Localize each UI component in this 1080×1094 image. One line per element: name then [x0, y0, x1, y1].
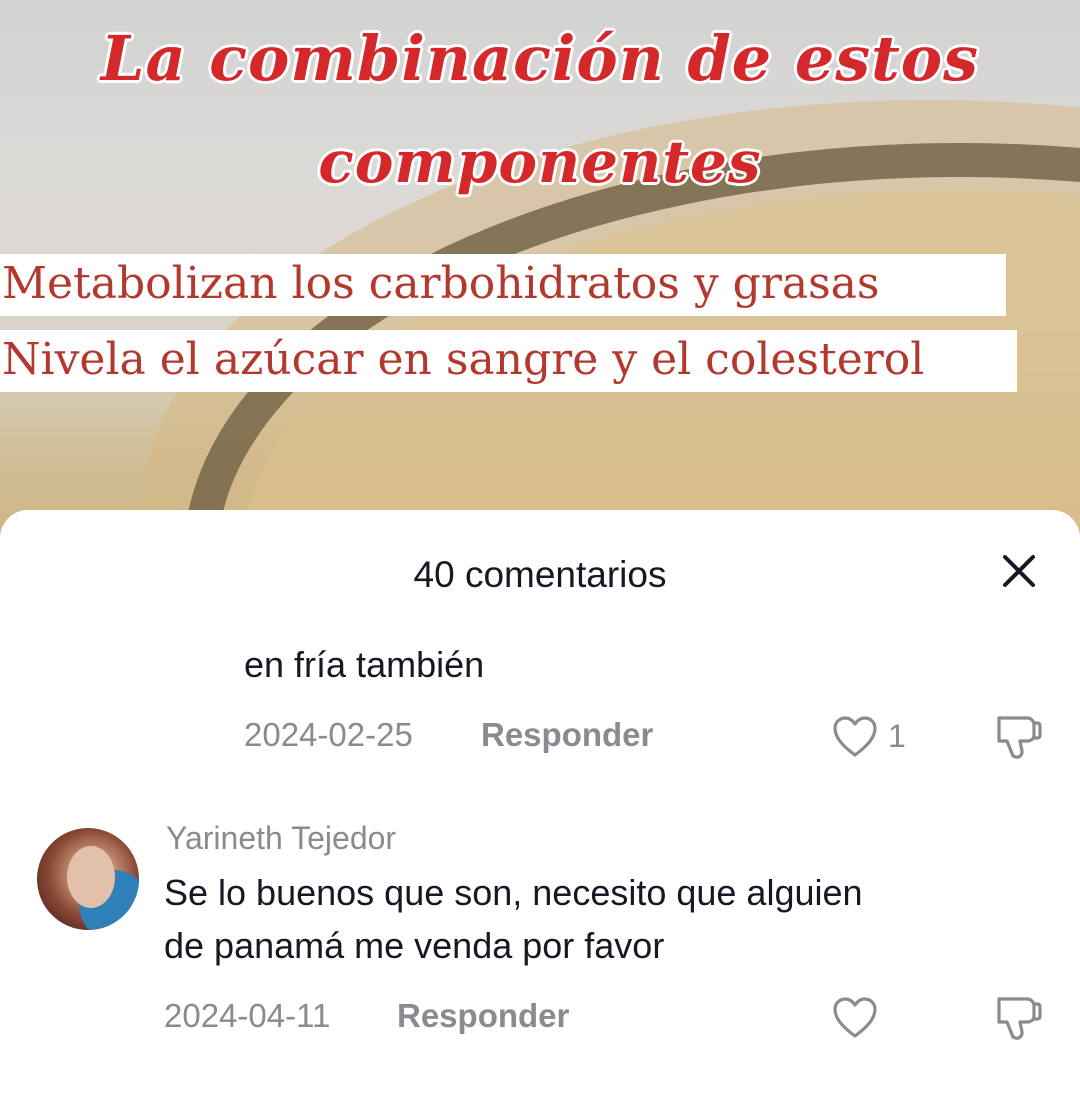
thumbs-down-icon — [997, 716, 1042, 759]
comment-2-date: 2024-04-11 — [164, 997, 331, 1034]
video-caption-line-2: Nivela el azúcar en sangre y el colester… — [0, 330, 1017, 392]
comment-1-like-button[interactable] — [832, 715, 878, 764]
video-title-line-1: La combinación de estos — [100, 22, 980, 95]
video-frame[interactable]: La combinación de estos componentes Meta… — [0, 0, 1080, 560]
thumbs-down-icon — [997, 997, 1042, 1040]
scroll-fade — [0, 628, 1080, 650]
comment-2-like-button[interactable] — [832, 996, 878, 1045]
heart-icon — [833, 716, 877, 757]
comments-count-title: 40 comentarios — [413, 554, 667, 595]
comment-1-dislike-button[interactable] — [993, 713, 1043, 766]
comment-2-author[interactable]: Yarineth Tejedor — [166, 820, 396, 857]
comment-1-date: 2024-02-25 — [244, 716, 413, 753]
video-title-line-2: componentes — [318, 128, 762, 196]
close-icon — [1003, 555, 1035, 587]
comment-2-text-line-2: de panamá me venda por favor — [164, 925, 665, 966]
comment-2-reply-button[interactable]: Responder — [397, 997, 569, 1035]
heart-icon — [833, 997, 877, 1038]
avatar[interactable] — [37, 828, 139, 930]
comment-2-dislike-button[interactable] — [993, 994, 1043, 1047]
comment-1-reply-button[interactable]: Responder — [481, 716, 653, 754]
comments-sheet: 40 comentarios en fría también 2024-02-2… — [0, 510, 1080, 1094]
avatar-face — [67, 846, 115, 908]
video-caption-line-1: Metabolizan los carbohidratos y grasas — [0, 254, 1006, 316]
close-button[interactable] — [996, 548, 1042, 594]
comment-1-like-count: 1 — [888, 718, 906, 754]
comment-2-text-line-1: Se lo buenos que son, necesito que algui… — [164, 872, 863, 913]
